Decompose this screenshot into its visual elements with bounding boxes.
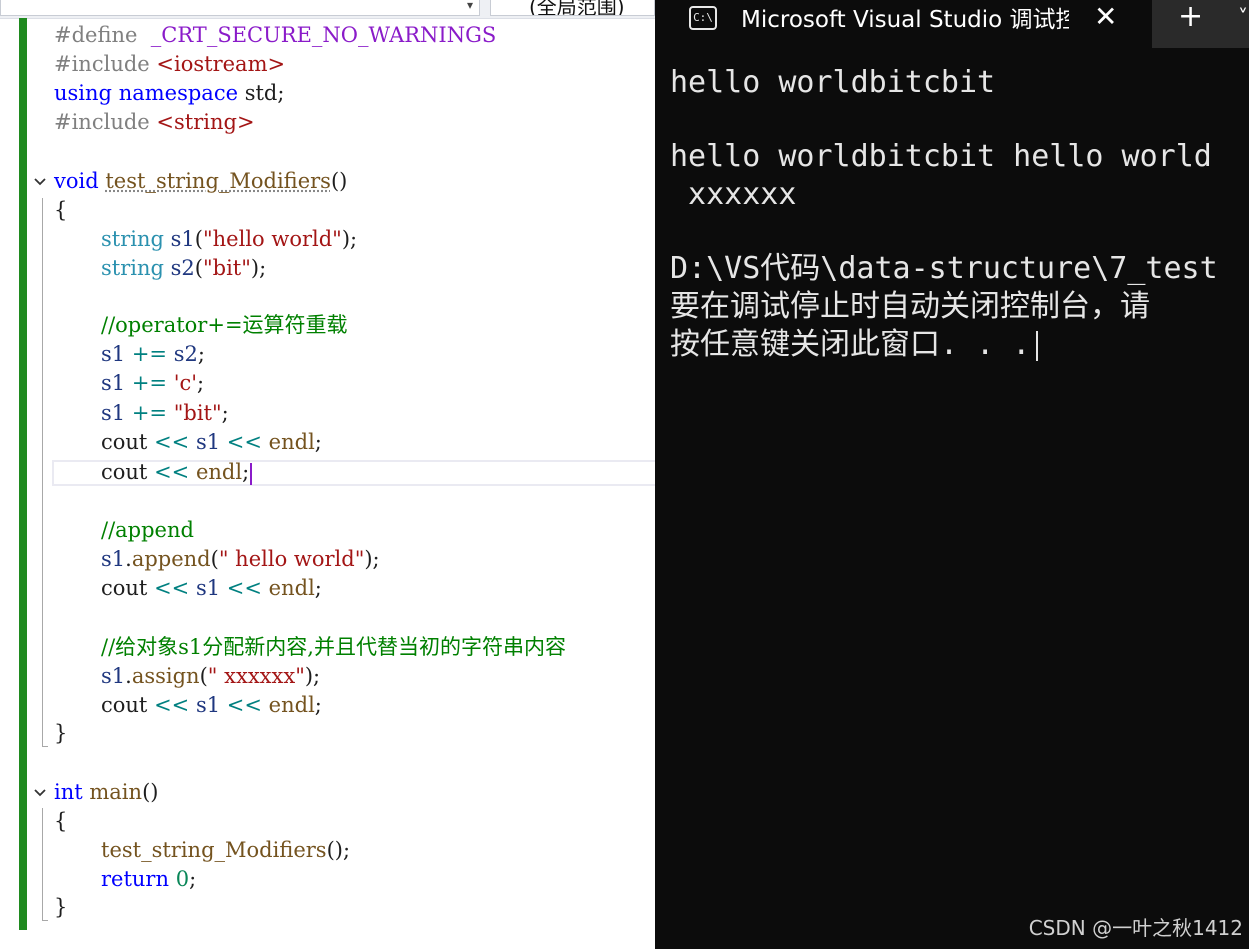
code-line[interactable]: return 0; <box>101 865 196 894</box>
code-line[interactable]: using namespace std; <box>54 79 284 108</box>
new-tab-button[interactable]: + <box>1178 0 1203 34</box>
code-line[interactable]: s1.append(" hello world"); <box>101 545 380 574</box>
fold-toggle-icon[interactable] <box>33 786 47 800</box>
code-line[interactable]: #define _CRT_SECURE_NO_WARNINGS <box>54 21 496 50</box>
code-line[interactable]: s1 += s2; <box>101 340 205 369</box>
code-line[interactable]: { <box>54 807 67 836</box>
scope-dropdown[interactable]: (全局范围) <box>490 0 655 16</box>
code-line[interactable]: string s2("bit"); <box>101 254 266 283</box>
code-line[interactable]: test_string_Modifiers(); <box>101 836 350 865</box>
code-comment[interactable]: //append <box>101 516 194 545</box>
scope-guide-line <box>42 198 44 746</box>
code-line[interactable]: s1 += 'c'; <box>101 369 204 398</box>
scope-guide-end <box>42 746 48 747</box>
code-line[interactable]: s1.assign(" xxxxxx"); <box>101 662 320 691</box>
close-icon[interactable]: ✕ <box>1094 0 1117 34</box>
code-line[interactable]: } <box>54 893 67 922</box>
console-output-line: D:\VS代码\data-structure\7_test <box>670 251 1218 286</box>
scope-guide-end <box>42 920 48 921</box>
terminal-tab-bar: C:\ Microsoft Visual Studio 调试控制台 ✕ + ˅ <box>655 0 1249 48</box>
code-line[interactable]: } <box>54 719 67 748</box>
editor-navigation-bar: ▾ (全局范围) <box>0 0 655 19</box>
code-line[interactable]: string s1("hello world"); <box>101 225 357 254</box>
console-icon: C:\ <box>689 6 717 30</box>
text-cursor <box>250 462 253 485</box>
watermark: CSDN @一叶之秋1412 <box>1028 916 1243 940</box>
code-line[interactable]: #include <string> <box>54 108 255 137</box>
code-line[interactable]: cout << s1 << endl; <box>101 691 322 720</box>
terminal-tab-title: Microsoft Visual Studio 调试控制台 <box>741 7 1069 33</box>
debug-console-window[interactable]: C:\ Microsoft Visual Studio 调试控制台 ✕ + ˅ … <box>655 0 1249 949</box>
console-output-line: hello worldbitcbit hello world <box>670 139 1212 174</box>
file-scope-dropdown[interactable]: ▾ <box>0 0 480 16</box>
change-tracking-bar <box>19 18 27 930</box>
code-line[interactable]: cout << s1 << endl; <box>101 574 322 603</box>
code-line[interactable]: cout << s1 << endl; <box>101 428 322 457</box>
console-output-line: xxxxxx <box>670 177 797 212</box>
chevron-down-icon[interactable]: ˅ <box>1238 0 1248 34</box>
code-line[interactable]: #include <iostream> <box>54 50 285 79</box>
code-line[interactable]: { <box>54 196 67 225</box>
scope-guide-line <box>42 808 44 920</box>
code-comment[interactable]: //operator+=运算符重载 <box>101 311 348 340</box>
console-output-line: 要在调试停止时自动关闭控制台，请 <box>670 289 1150 324</box>
chevron-down-icon[interactable]: ▾ <box>467 0 473 12</box>
fold-toggle-icon[interactable] <box>33 175 47 189</box>
code-line[interactable]: s1 += "bit"; <box>101 399 229 428</box>
scope-label: (全局范围) <box>529 0 625 16</box>
console-output-line: 按任意键关闭此窗口. . . <box>670 326 1039 364</box>
terminal-tab[interactable]: C:\ Microsoft Visual Studio 调试控制台 ✕ <box>655 0 1152 48</box>
code-comment[interactable]: //给对象s1分配新内容,并且代替当初的字符串内容 <box>101 633 566 662</box>
code-line[interactable]: int main() <box>54 778 158 807</box>
code-line-current[interactable]: cout << endl; <box>101 458 253 487</box>
code-line[interactable]: void test_string_Modifiers() <box>54 167 347 196</box>
code-editor[interactable]: ▾ (全局范围) #define _CRT_SECURE_NO_WARNINGS… <box>0 0 655 949</box>
console-output-line: hello worldbitcbit <box>670 65 996 100</box>
console-cursor <box>1036 330 1039 361</box>
